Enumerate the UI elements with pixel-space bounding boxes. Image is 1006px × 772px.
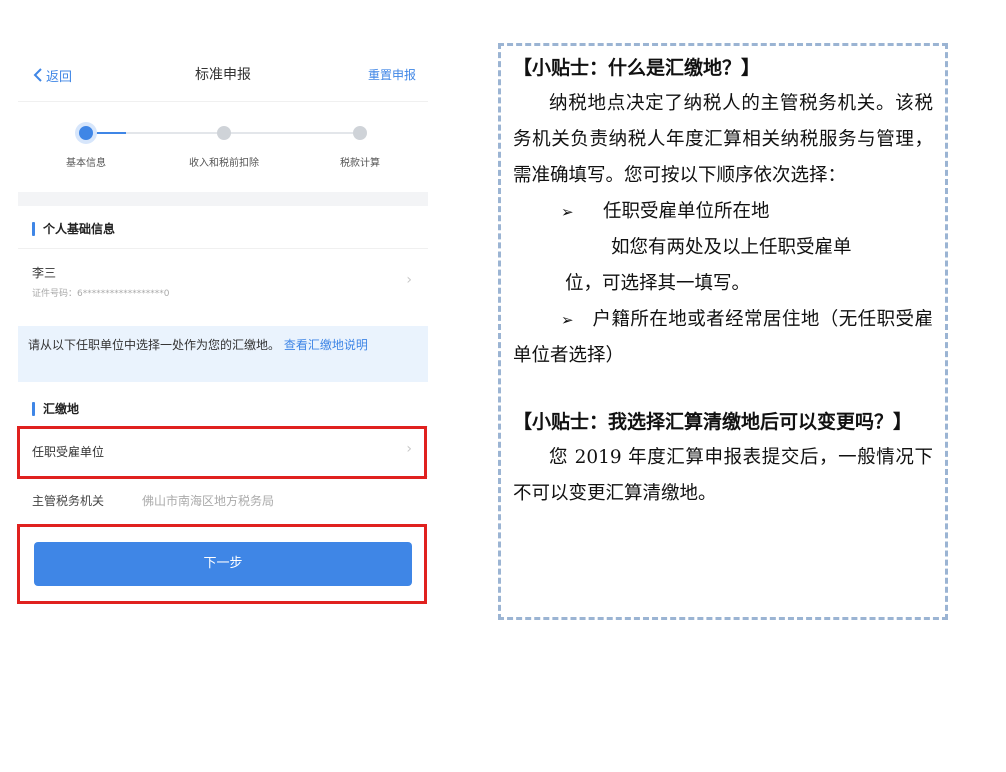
- person-id-number: 证件号码：6******************0: [32, 289, 170, 299]
- section-title: 个人基础信息: [43, 222, 116, 236]
- bullet1-sub-a: 如您有两处及以上任职受雇单: [611, 237, 852, 258]
- section-accent-bar: [32, 221, 35, 236]
- bullet1-sub-b: 位，可选择其一填写。: [565, 273, 751, 294]
- chevron-right-icon: ›: [406, 272, 412, 288]
- tips-panel: 【小贴士：什么是汇缴地？】 纳税地点决定了纳税人的主管税务机关。该税务机关负责纳…: [498, 43, 948, 620]
- tip2-title: 【小贴士：我选择汇算清缴地后可以变更吗？】: [513, 411, 913, 433]
- reset-declaration-button[interactable]: 重置申报: [368, 66, 416, 83]
- highlight-employer-row: [17, 426, 427, 479]
- view-remit-explanation-link[interactable]: 查看汇缴地说明: [284, 338, 368, 352]
- tax-office-row: 主管税务机关 佛山市南海区地方税务局: [18, 478, 428, 522]
- step-dot-income: [217, 126, 231, 140]
- nav-bar: 返回 标准申报 重置申报: [18, 48, 428, 102]
- page-title: 标准申报: [195, 67, 251, 83]
- tip1-title: 【小贴士：什么是汇缴地？】: [513, 57, 761, 79]
- arrow-bullet-icon: ➢: [561, 311, 574, 329]
- step-dot-tax-calc: [353, 126, 367, 140]
- step-label-basic-info: 基本信息: [66, 158, 106, 169]
- step-label-income: 收入和税前扣除: [189, 158, 259, 169]
- step-label-tax-calc: 税款计算: [340, 158, 380, 169]
- step-connector: [224, 132, 360, 134]
- arrow-bullet-icon: ➢: [561, 203, 574, 221]
- phone-screen: 返回 标准申报 重置申报 基本信息 收入和税前扣除 税款计算 个人基础信息 李三…: [18, 48, 428, 748]
- highlight-next-button: [17, 524, 427, 604]
- notice-text: 请从以下任职单位中选择一处作为您的汇缴地。: [28, 338, 281, 352]
- bullet1-text: 任职受雇单位所在地: [603, 201, 770, 222]
- bullet-item: ➢ 任职受雇单位所在地: [513, 194, 933, 230]
- remit-location-notice: 请从以下任职单位中选择一处作为您的汇缴地。 查看汇缴地说明: [18, 326, 428, 382]
- personal-info-row[interactable]: 李三 证件号码：6******************0 ›: [18, 250, 428, 314]
- section-header-remit: 汇缴地: [32, 400, 79, 417]
- tax-office-value: 佛山市南海区地方税务局: [142, 494, 275, 508]
- step-dot-basic-info: [79, 126, 93, 140]
- progress-stepper: 基本信息 收入和税前扣除 税款计算: [18, 118, 428, 178]
- section-accent-bar: [32, 401, 35, 416]
- section-title: 汇缴地: [43, 402, 80, 416]
- tip2-body: 您 2019 年度汇算申报表提交后，一般情况下不可以变更汇算清缴地。: [513, 447, 933, 504]
- divider: [18, 248, 428, 249]
- person-name: 李三: [32, 266, 57, 280]
- section-header-personal: 个人基础信息: [32, 220, 115, 237]
- bullet2-item: ➢ 户籍所在地或者经常居住地（无任职受雇单位者选择）: [513, 302, 933, 374]
- bullet2-text: 户籍所在地或者经常居住地（无任职受雇单位者选择）: [513, 309, 933, 366]
- tip1-body: 纳税地点决定了纳税人的主管税务机关。该税务机关负责纳税人年度汇算相关纳税服务与管…: [513, 93, 933, 186]
- section-separator: [18, 192, 428, 206]
- tax-office-label: 主管税务机关: [32, 494, 105, 508]
